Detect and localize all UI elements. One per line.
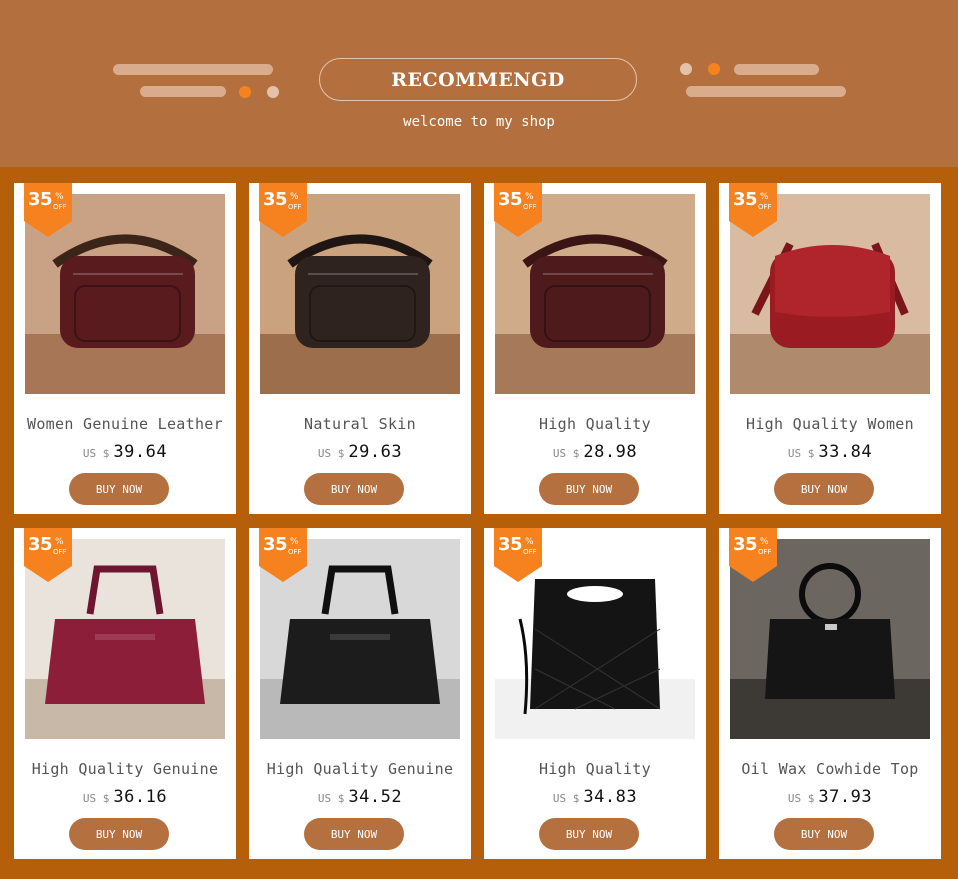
- discount-value: 35: [28, 534, 53, 555]
- discount-value: 35: [498, 189, 523, 210]
- price-currency: US $: [787, 792, 815, 805]
- discount-value: 35: [28, 189, 53, 210]
- product-name[interactable]: High Quality: [484, 760, 706, 778]
- product-card[interactable]: 35 % OFF Women Genuine Leather US $39.64…: [14, 183, 236, 514]
- discount-off-label: OFF: [53, 548, 67, 556]
- product-card[interactable]: 35 % OFF Natural Skin US $29.63 BUY NOW: [249, 183, 471, 514]
- product-card[interactable]: 35 % OFF High Quality US $28.98 BUY NOW: [484, 183, 706, 514]
- product-price: US $34.83: [484, 787, 706, 807]
- price-currency: US $: [82, 792, 110, 805]
- product-name[interactable]: Women Genuine Leather: [14, 415, 236, 433]
- discount-badge: 35 % OFF: [259, 528, 307, 582]
- discount-badge: 35 % OFF: [729, 528, 777, 582]
- discount-percent-sign: %: [55, 537, 64, 547]
- decor-dot: [680, 63, 692, 75]
- buy-now-button[interactable]: BUY NOW: [539, 818, 639, 850]
- product-price: US $37.93: [719, 787, 941, 807]
- discount-off-label: OFF: [523, 548, 537, 556]
- discount-percent-sign: %: [525, 192, 534, 202]
- decor-dot: [708, 63, 720, 75]
- product-card[interactable]: 35 % OFF High Quality Genuine US $34.52 …: [249, 528, 471, 859]
- product-name[interactable]: High Quality: [484, 415, 706, 433]
- discount-percent-sign: %: [760, 537, 769, 547]
- discount-badge: 35 % OFF: [494, 183, 542, 237]
- discount-percent-sign: %: [290, 192, 299, 202]
- price-amount: 34.52: [348, 787, 403, 807]
- discount-off-label: OFF: [758, 548, 772, 556]
- product-card[interactable]: 35 % OFF High Quality Genuine US $36.16 …: [14, 528, 236, 859]
- discount-value: 35: [733, 189, 758, 210]
- product-price: US $33.84: [719, 442, 941, 462]
- discount-percent-sign: %: [290, 537, 299, 547]
- price-amount: 36.16: [113, 787, 168, 807]
- buy-now-button[interactable]: BUY NOW: [69, 818, 169, 850]
- discount-off-label: OFF: [758, 203, 772, 211]
- buy-now-button[interactable]: BUY NOW: [774, 818, 874, 850]
- price-currency: US $: [787, 447, 815, 460]
- discount-badge: 35 % OFF: [24, 183, 72, 237]
- price-currency: US $: [552, 447, 580, 460]
- banner-header: RECOMMENGD welcome to my shop: [0, 0, 958, 167]
- product-name[interactable]: High Quality Genuine: [249, 760, 471, 778]
- price-amount: 34.83: [583, 787, 638, 807]
- discount-off-label: OFF: [288, 203, 302, 211]
- buy-now-button[interactable]: BUY NOW: [539, 473, 639, 505]
- decor-dot: [239, 86, 251, 98]
- section-subtitle: welcome to my shop: [403, 114, 555, 130]
- decor-bar: [113, 64, 273, 75]
- buy-now-button[interactable]: BUY NOW: [774, 473, 874, 505]
- buy-now-button[interactable]: BUY NOW: [304, 473, 404, 505]
- product-price: US $28.98: [484, 442, 706, 462]
- discount-percent-sign: %: [55, 192, 64, 202]
- discount-value: 35: [733, 534, 758, 555]
- product-card[interactable]: 35 % OFF High Quality Women US $33.84 BU…: [719, 183, 941, 514]
- discount-badge: 35 % OFF: [494, 528, 542, 582]
- discount-value: 35: [498, 534, 523, 555]
- section-title: RECOMMENGD: [319, 58, 637, 101]
- discount-percent-sign: %: [760, 192, 769, 202]
- discount-percent-sign: %: [525, 537, 534, 547]
- buy-now-button[interactable]: BUY NOW: [69, 473, 169, 505]
- discount-off-label: OFF: [288, 548, 302, 556]
- product-name[interactable]: Oil Wax Cowhide Top: [719, 760, 941, 778]
- discount-value: 35: [263, 534, 288, 555]
- product-price: US $29.63: [249, 442, 471, 462]
- discount-off-label: OFF: [53, 203, 67, 211]
- decor-bar: [734, 64, 819, 75]
- price-currency: US $: [317, 792, 345, 805]
- price-amount: 28.98: [583, 442, 638, 462]
- product-name[interactable]: High Quality Genuine: [14, 760, 236, 778]
- price-amount: 29.63: [348, 442, 403, 462]
- price-amount: 37.93: [818, 787, 873, 807]
- discount-off-label: OFF: [523, 203, 537, 211]
- price-amount: 39.64: [113, 442, 168, 462]
- price-currency: US $: [82, 447, 110, 460]
- price-currency: US $: [317, 447, 345, 460]
- discount-badge: 35 % OFF: [259, 183, 307, 237]
- product-price: US $36.16: [14, 787, 236, 807]
- decor-bar: [686, 86, 846, 97]
- buy-now-button[interactable]: BUY NOW: [304, 818, 404, 850]
- decor-dot: [267, 86, 279, 98]
- price-currency: US $: [552, 792, 580, 805]
- product-price: US $39.64: [14, 442, 236, 462]
- discount-badge: 35 % OFF: [24, 528, 72, 582]
- product-name[interactable]: High Quality Women: [719, 415, 941, 433]
- price-amount: 33.84: [818, 442, 873, 462]
- discount-badge: 35 % OFF: [729, 183, 777, 237]
- product-name[interactable]: Natural Skin: [249, 415, 471, 433]
- product-card[interactable]: 35 % OFF High Quality US $34.83 BUY NOW: [484, 528, 706, 859]
- product-card[interactable]: 35 % OFF Oil Wax Cowhide Top US $37.93 B…: [719, 528, 941, 859]
- product-price: US $34.52: [249, 787, 471, 807]
- decor-bar: [140, 86, 226, 97]
- discount-value: 35: [263, 189, 288, 210]
